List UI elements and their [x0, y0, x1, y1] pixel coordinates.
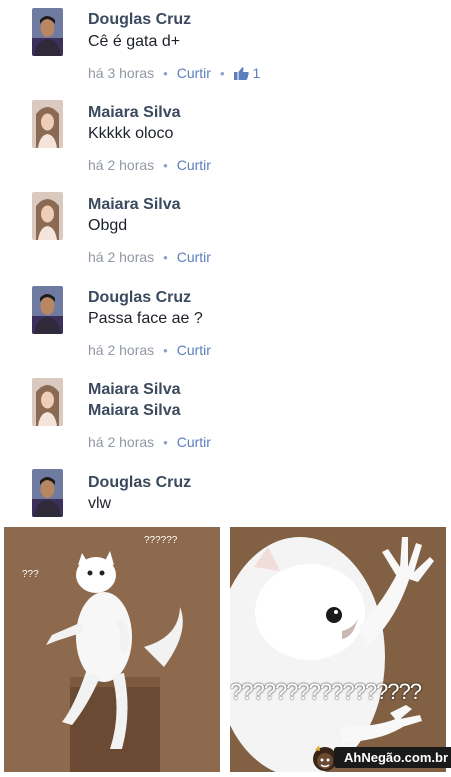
avatar[interactable] — [32, 192, 63, 240]
separator-dot: • — [219, 65, 225, 81]
separator-dot: • — [163, 157, 168, 173]
cat-illustration — [4, 527, 220, 772]
comment-author[interactable]: Maiara Silva — [88, 381, 181, 399]
avatar[interactable] — [32, 286, 63, 334]
avatar[interactable] — [32, 100, 63, 148]
like-link[interactable]: Curtir — [177, 434, 211, 450]
comment-meta: há 2 horas • Curtir — [88, 157, 211, 173]
avatar[interactable] — [32, 8, 63, 56]
comment-text: Maiara Silva — [88, 402, 181, 419]
comment-meta: há 3 horas • Curtir • 1 — [88, 65, 260, 81]
like-count-number: 1 — [252, 65, 261, 81]
thumbs-up-icon — [233, 66, 249, 80]
separator-dot: • — [163, 434, 168, 450]
like-link[interactable]: Curtir — [177, 342, 211, 358]
like-count[interactable]: 1 — [233, 65, 261, 81]
comment-meta: há 2 horas • Curtir — [88, 434, 211, 450]
separator-dot: • — [163, 249, 168, 265]
comment-author[interactable]: Maiara Silva — [88, 196, 181, 214]
meme-image: ??? ?????? ????????????????? AhNegão.com… — [0, 522, 451, 777]
comment-time[interactable]: há 2 horas — [88, 434, 154, 450]
comment-text: Cê é gata d+ — [88, 33, 181, 50]
comment-text: Passa face ae ? — [88, 310, 203, 327]
comment-author[interactable]: Douglas Cruz — [88, 289, 191, 307]
comment-meta: há 2 horas • Curtir — [88, 342, 211, 358]
comment-text: Obgd — [88, 217, 128, 234]
separator-dot: • — [163, 342, 168, 358]
watermark-text: AhNegão.com.br — [334, 746, 451, 768]
like-link[interactable]: Curtir — [177, 157, 211, 173]
meme-panel-right: ????????????????? — [230, 527, 446, 772]
comment-author[interactable]: Douglas Cruz — [88, 11, 191, 29]
site-watermark: AhNegão.com.br — [310, 745, 451, 771]
separator-dot: • — [163, 65, 168, 81]
like-link[interactable]: Curtir — [177, 249, 211, 265]
avatar[interactable] — [32, 378, 63, 426]
meme-caption-left-1: ??? — [22, 569, 39, 580]
comment-thread: Douglas Cruz Cê é gata d+ há 3 horas • C… — [0, 0, 451, 522]
comment-time[interactable]: há 2 horas — [88, 249, 154, 265]
meme-caption-left-2: ?????? — [144, 535, 178, 546]
comment-text: vlw — [88, 495, 112, 512]
comment-meta: há 2 horas • Curtir — [88, 249, 211, 265]
comment-author[interactable]: Douglas Cruz — [88, 474, 191, 492]
cat-closeup-illustration — [230, 527, 446, 772]
meme-caption-right: ????????????????? — [230, 679, 422, 704]
comment-time[interactable]: há 2 horas — [88, 342, 154, 358]
like-link[interactable]: Curtir — [177, 65, 211, 81]
meme-panel-left: ??? ?????? — [4, 527, 220, 772]
comment-time[interactable]: há 3 horas — [88, 65, 154, 81]
comment-text: Kkkkk oloco — [88, 125, 174, 142]
avatar[interactable] — [32, 469, 63, 517]
comment-author[interactable]: Maiara Silva — [88, 104, 181, 122]
comment-time[interactable]: há 2 horas — [88, 157, 154, 173]
